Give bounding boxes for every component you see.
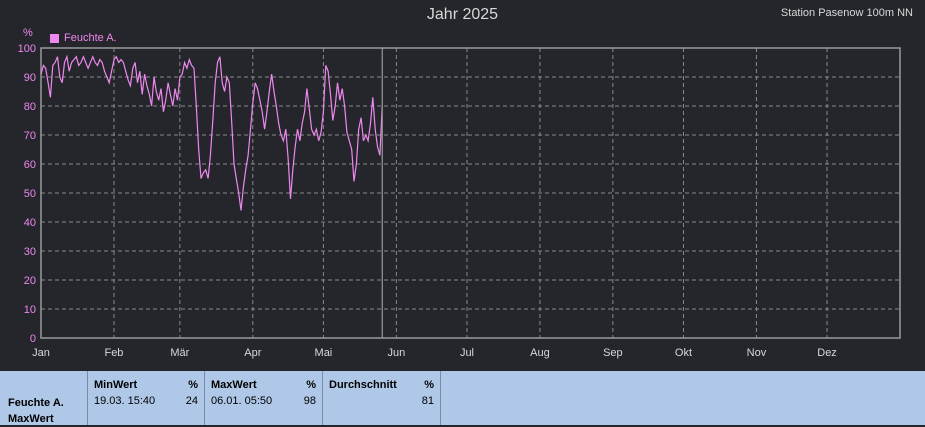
y-tick-label: 70 — [24, 130, 36, 142]
y-tick-label: 30 — [24, 246, 36, 258]
x-tick-label: Mai — [315, 347, 333, 359]
stats-min-cell: MinWert % 19.03. 15:40 24 — [88, 371, 205, 425]
y-axis-unit: % — [23, 27, 33, 39]
y-tick-label: 50 — [24, 188, 36, 200]
x-tick-label: Sep — [603, 347, 623, 359]
y-tick-label: 90 — [24, 72, 36, 84]
x-tick-label: Apr — [244, 347, 261, 359]
y-tick-label: 10 — [24, 304, 36, 316]
station-label: Station Pasenow 100m NN — [780, 7, 913, 19]
stats-panel: Feuchte A. MaxWert MinWert % 19.03. 15:4… — [0, 371, 925, 425]
x-tick-label: Dez — [817, 347, 837, 359]
x-tick-label: Jan — [32, 347, 50, 359]
max-value: 98 — [303, 395, 316, 407]
avg-value: 81 — [421, 395, 434, 407]
avg-unit: % — [424, 379, 434, 391]
y-tick-label: 0 — [30, 333, 36, 345]
stats-max-cell: MaxWert % 06.01. 05:50 98 — [205, 371, 323, 425]
avg-header: Durchschnitt — [329, 379, 397, 391]
stats-row-label: Feuchte A. MaxWert — [0, 371, 88, 425]
max-header: MaxWert — [211, 379, 257, 391]
y-tick-label: 60 — [24, 159, 36, 171]
legend[interactable]: Feuchte A. — [50, 32, 117, 44]
min-unit: % — [188, 379, 198, 391]
row-label-series: Feuchte A. — [8, 397, 64, 409]
x-tick-label: Feb — [104, 347, 123, 359]
y-tick-label: 80 — [24, 101, 36, 113]
x-tick-label: Mär — [170, 347, 189, 359]
stats-avg-cell: Durchschnitt % 81 — [323, 371, 441, 425]
y-tick-label: 100 — [18, 43, 36, 55]
series-line-feuchte — [40, 54, 383, 211]
min-header: MinWert — [94, 379, 138, 391]
legend-label: Feuchte A. — [64, 32, 117, 44]
max-unit: % — [306, 379, 316, 391]
legend-swatch — [50, 33, 59, 43]
x-tick-label: Okt — [675, 347, 692, 359]
x-tick-label: Aug — [530, 347, 550, 359]
chart-area: 0 10 20 30 40 50 60 70 80 90 100 Jan Feb Mär Apr Mai Jun… — [0, 0, 925, 370]
min-date: 19.03. 15:40 — [94, 395, 156, 407]
y-tick-label: 20 — [24, 275, 36, 287]
max-date: 06.01. 05:50 — [211, 395, 273, 407]
x-tick-label: Jul — [460, 347, 474, 359]
x-tick-label: Nov — [747, 347, 767, 359]
humidity-chart: 0 10 20 30 40 50 60 70 80 90 100 Jan Feb Mär Apr Mai Jun… — [18, 43, 901, 359]
x-tick-label: Jun — [387, 347, 405, 359]
min-value: 24 — [185, 395, 198, 407]
y-tick-label: 40 — [24, 217, 36, 229]
